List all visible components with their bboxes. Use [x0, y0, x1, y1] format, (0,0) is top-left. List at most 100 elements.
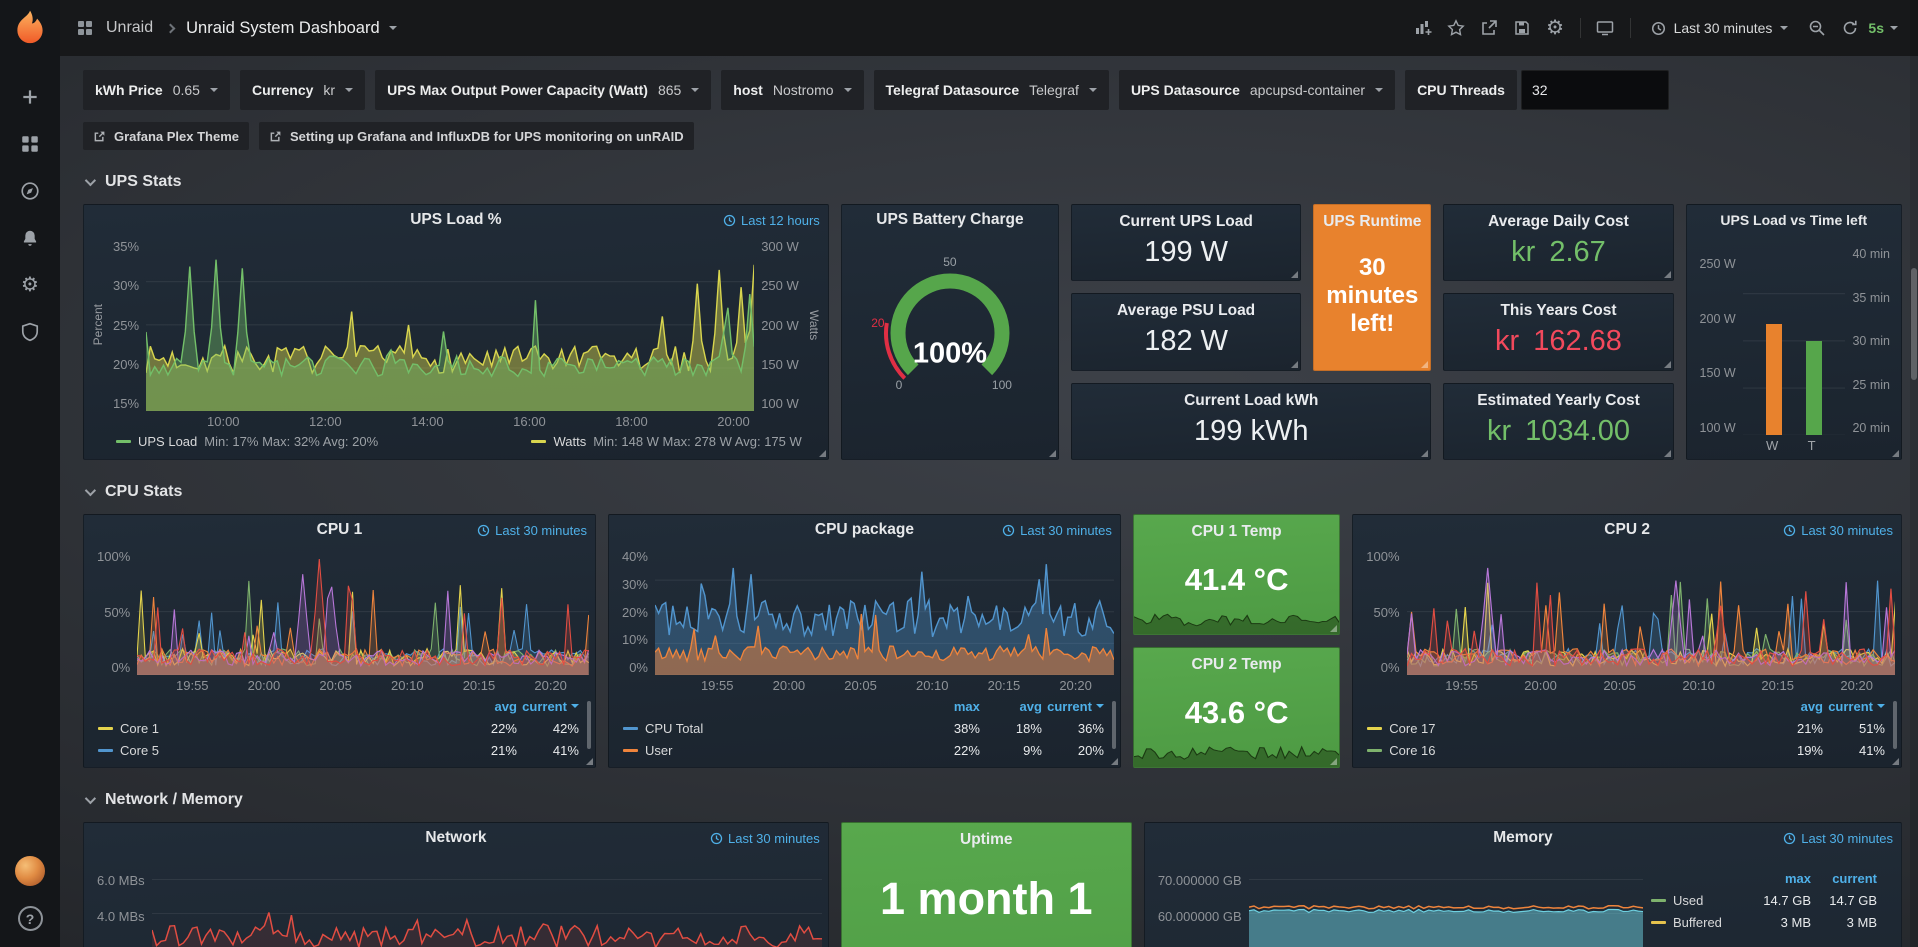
variable-telegraf-datasource[interactable]: Telegraf Datasource Telegraf: [874, 70, 1109, 110]
cpu2-series: [1407, 549, 1895, 675]
variable-ups-max-output[interactable]: UPS Max Output Power Capacity (Watt) 865: [375, 70, 711, 110]
ups-load-plot[interactable]: [146, 239, 754, 411]
panel-title[interactable]: CPU 1: [317, 521, 363, 539]
zoom-out-button[interactable]: [1800, 12, 1833, 44]
section-network-memory[interactable]: Network / Memory: [85, 788, 1902, 812]
legend-header-avg[interactable]: avg: [980, 699, 1042, 714]
alerting-button[interactable]: [9, 219, 51, 257]
network-plot[interactable]: [152, 857, 822, 947]
legend-series-name[interactable]: Watts: [553, 434, 586, 449]
legend-header-max[interactable]: max: [918, 699, 980, 714]
create-button[interactable]: [9, 78, 51, 116]
panel-resize-handle[interactable]: [1291, 361, 1298, 368]
panel-resize-handle[interactable]: [1892, 758, 1899, 765]
x-axis-ticks: 19:55 20:00 20:05 20:10 20:15 20:20: [1353, 675, 1901, 693]
legend-series-name[interactable]: Core 5: [120, 743, 455, 758]
panel-title[interactable]: Network: [425, 829, 486, 847]
panel-title[interactable]: UPS Battery Charge: [876, 211, 1023, 229]
legend-header-current[interactable]: current: [1823, 699, 1885, 714]
legend-header-avg[interactable]: avg: [455, 699, 517, 714]
breadcrumb-caret-icon[interactable]: [389, 26, 397, 30]
stat-title[interactable]: Average PSU Load: [1117, 302, 1255, 320]
panel-resize-handle[interactable]: [1664, 450, 1671, 457]
cpu1-plot[interactable]: [137, 549, 589, 675]
grafana-logo[interactable]: [9, 8, 51, 50]
stat-title[interactable]: Average Daily Cost: [1488, 213, 1629, 231]
variable-kwh-price[interactable]: kWh Price 0.65: [83, 70, 230, 110]
legend-header-current[interactable]: current: [1042, 699, 1104, 714]
legend-series-name[interactable]: CPU Total: [645, 721, 918, 736]
dashboard-settings-button[interactable]: ⚙: [1539, 12, 1572, 44]
server-admin-button[interactable]: [9, 313, 51, 351]
panel-resize-handle[interactable]: [1111, 758, 1118, 765]
panel-resize-handle[interactable]: [1421, 450, 1428, 457]
user-avatar[interactable]: [15, 856, 45, 886]
legend-header-max[interactable]: max: [1745, 871, 1811, 886]
save-button[interactable]: [1506, 12, 1539, 44]
legend-series-name[interactable]: User: [645, 743, 918, 758]
panel-resize-handle[interactable]: [1330, 758, 1337, 765]
legend-series-name[interactable]: Used: [1673, 893, 1745, 908]
legend-scrollbar[interactable]: [1893, 701, 1897, 749]
legend-series-name[interactable]: Core 16: [1389, 743, 1761, 758]
refresh-interval-picker[interactable]: 5s: [1866, 20, 1904, 36]
panel-resize-handle[interactable]: [1291, 271, 1298, 278]
cpu2-plot[interactable]: [1407, 549, 1895, 675]
page-scrollbar-thumb[interactable]: [1911, 268, 1917, 380]
panel-resize-handle[interactable]: [1664, 361, 1671, 368]
legend-scrollbar[interactable]: [1112, 701, 1116, 749]
legend-series-name[interactable]: Core 17: [1389, 721, 1761, 736]
memory-plot[interactable]: [1249, 857, 1643, 947]
panel-resize-handle[interactable]: [1421, 361, 1428, 368]
legend-header-current[interactable]: current: [1811, 871, 1877, 886]
breadcrumb-title[interactable]: Unraid System Dashboard: [186, 19, 380, 38]
time-range-picker[interactable]: Last 30 minutes: [1639, 20, 1801, 36]
dashboards-button[interactable]: [9, 125, 51, 163]
stat-title[interactable]: CPU 1 Temp: [1192, 523, 1282, 541]
stat-title[interactable]: UPS Runtime: [1323, 213, 1421, 231]
variable-label: Currency: [252, 82, 313, 98]
variable-currency[interactable]: Currency kr: [240, 70, 365, 110]
section-ups-stats[interactable]: UPS Stats: [85, 170, 1902, 194]
legend-header-current[interactable]: current: [517, 699, 579, 714]
stat-title[interactable]: This Years Cost: [1500, 302, 1616, 320]
panel-title[interactable]: Memory: [1493, 829, 1552, 847]
refresh-button[interactable]: [1833, 12, 1866, 44]
legend-series-name[interactable]: UPS Load: [138, 434, 197, 449]
stat-title[interactable]: Estimated Yearly Cost: [1477, 392, 1640, 410]
panel-title[interactable]: UPS Load %: [410, 211, 501, 229]
stat-title[interactable]: CPU 2 Temp: [1192, 656, 1282, 674]
stat-title[interactable]: Uptime: [960, 831, 1013, 849]
breadcrumb-folder[interactable]: Unraid: [106, 19, 153, 37]
panel-resize-handle[interactable]: [819, 450, 826, 457]
link-grafana-plex-theme[interactable]: Grafana Plex Theme: [83, 122, 249, 150]
cpu-package-plot[interactable]: [655, 549, 1114, 675]
panel-resize-handle[interactable]: [1330, 625, 1337, 632]
variable-ups-datasource[interactable]: UPS Datasource apcupsd-container: [1119, 70, 1395, 110]
panel-resize-handle[interactable]: [1892, 450, 1899, 457]
explore-button[interactable]: [9, 172, 51, 210]
help-button[interactable]: ?: [18, 906, 43, 931]
section-cpu-stats[interactable]: CPU Stats: [85, 480, 1902, 504]
configuration-button[interactable]: ⚙: [9, 266, 51, 304]
cpu-threads-input[interactable]: [1521, 70, 1669, 110]
stat-title[interactable]: Current UPS Load: [1119, 213, 1252, 231]
legend-series-name[interactable]: Core 1: [120, 721, 455, 736]
share-button[interactable]: [1473, 12, 1506, 44]
legend-scrollbar[interactable]: [587, 701, 591, 749]
panel-title[interactable]: CPU package: [815, 521, 914, 539]
link-ups-monitoring-guide[interactable]: Setting up Grafana and InfluxDB for UPS …: [259, 122, 694, 150]
stat-title[interactable]: Current Load kWh: [1184, 392, 1318, 410]
dashboard-grid-icon[interactable]: [76, 19, 94, 37]
panel-title[interactable]: UPS Load vs Time left: [1720, 212, 1867, 228]
add-panel-button[interactable]: [1407, 12, 1440, 44]
legend-series-name[interactable]: Buffered: [1673, 915, 1745, 930]
variable-host[interactable]: host Nostromo: [721, 70, 863, 110]
panel-title[interactable]: CPU 2: [1604, 521, 1650, 539]
cycle-view-button[interactable]: [1589, 12, 1622, 44]
panel-resize-handle[interactable]: [586, 758, 593, 765]
legend-header-avg[interactable]: avg: [1761, 699, 1823, 714]
star-button[interactable]: [1440, 12, 1473, 44]
panel-resize-handle[interactable]: [1049, 450, 1056, 457]
panel-resize-handle[interactable]: [1664, 271, 1671, 278]
